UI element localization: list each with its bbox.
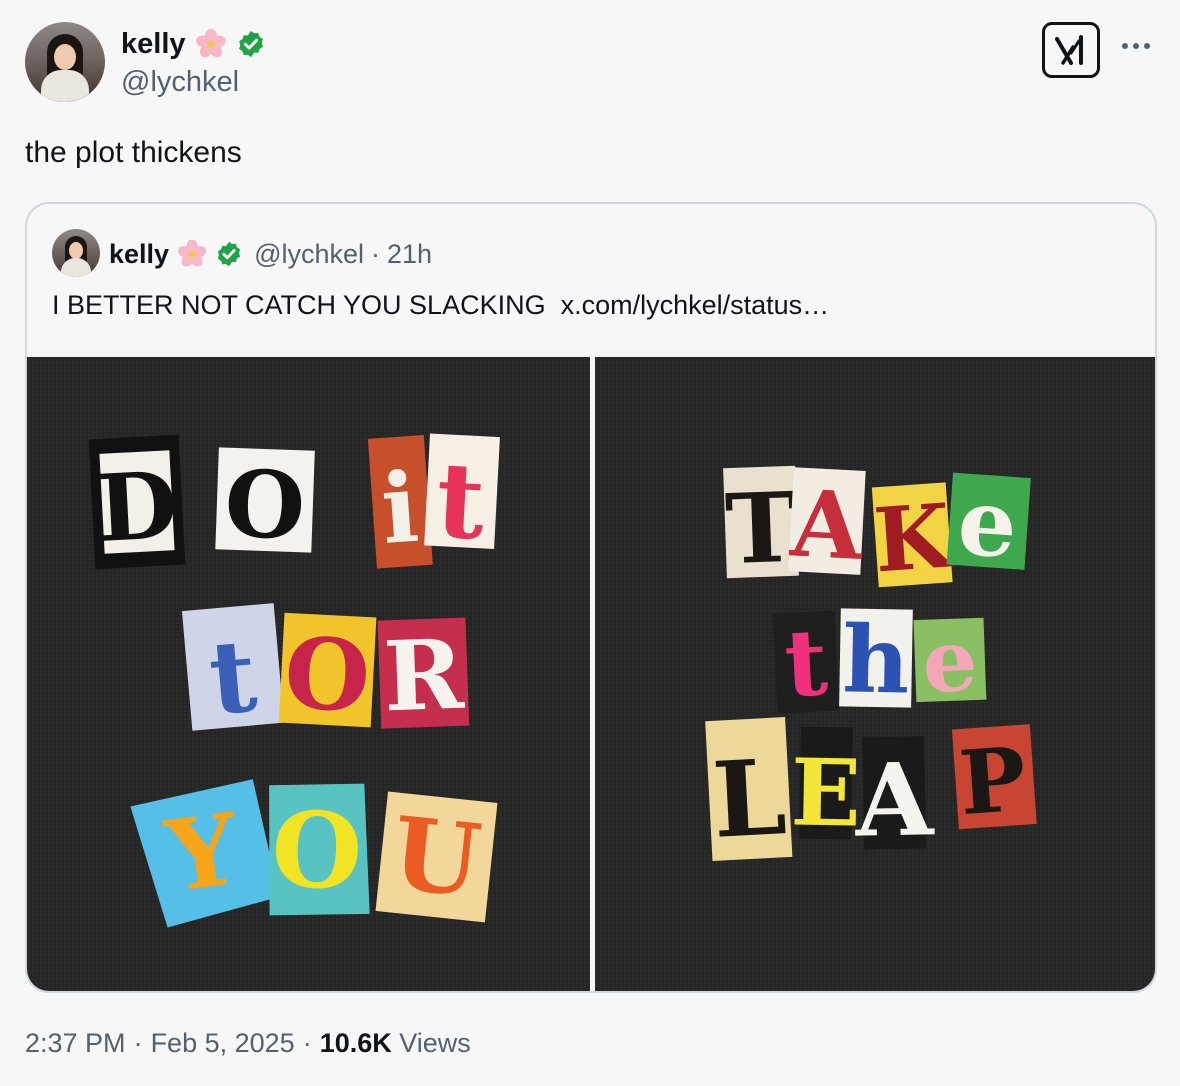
- quoted-separator: ·: [371, 238, 381, 269]
- quoted-header: kelly @lychkel · 21h: [109, 234, 432, 274]
- views-count: 10.6K: [319, 1028, 392, 1058]
- quoted-media: D O i t t O R Y O U T A K e t h e L E A …: [27, 357, 1155, 991]
- cutout-letter: e: [920, 610, 978, 713]
- cutout-letter: T: [723, 471, 798, 586]
- cutout-letter: D: [95, 451, 180, 563]
- views-label: Views: [399, 1028, 471, 1058]
- author-avatar[interactable]: [25, 22, 105, 102]
- tweet-time[interactable]: 2:37 PM: [25, 1028, 126, 1059]
- cutout-letter: t: [782, 608, 831, 718]
- cutout-letter: L: [709, 735, 788, 862]
- cutout-letter: O: [269, 787, 364, 913]
- tweet-footer: 2:37 PM · Feb 5, 2025 · 10.6K Views: [25, 1028, 471, 1059]
- footer-separator: ·: [302, 1028, 312, 1058]
- cutout-letter: K: [870, 483, 957, 592]
- quoted-handle[interactable]: @lychkel: [254, 239, 364, 270]
- cherry-blossom-emoji-icon: [178, 239, 206, 267]
- cutout-letter: R: [382, 618, 467, 734]
- quoted-time[interactable]: 21h: [387, 239, 432, 270]
- author-handle[interactable]: @lychkel: [121, 66, 239, 99]
- letter-D: D: [88, 434, 186, 570]
- tweet-date[interactable]: Feb 5, 2025: [151, 1028, 295, 1059]
- author-display-name[interactable]: kelly: [121, 28, 186, 61]
- footer-separator: ·: [133, 1028, 143, 1058]
- tweet-text: the plot thickens: [25, 136, 242, 169]
- cutout-letter: P: [955, 727, 1028, 835]
- quoted-display-name[interactable]: kelly: [109, 239, 169, 270]
- verified-badge-icon: [217, 241, 241, 267]
- grok-button[interactable]: [1042, 22, 1100, 78]
- quoted-text: I BETTER NOT CATCH YOU SLACKING x.com/ly…: [52, 290, 830, 320]
- cherry-blossom-emoji-icon: [195, 28, 226, 58]
- cutout-letter: h: [841, 605, 910, 714]
- cutout-letter: O: [223, 450, 307, 561]
- more-options-button[interactable]: [1122, 36, 1156, 56]
- more-icon: [1122, 43, 1128, 49]
- cutout-letter: A: [787, 469, 867, 581]
- cutout-letter: e: [954, 467, 1020, 579]
- media-image-left[interactable]: D O i t t O R Y O U: [27, 357, 590, 991]
- author-name-row[interactable]: kelly: [121, 24, 266, 64]
- cutout-letter: A: [853, 740, 935, 859]
- verified-badge-icon: [238, 30, 263, 58]
- cutout-letter: E: [789, 738, 861, 847]
- cutout-letter: O: [282, 616, 373, 735]
- grok-icon: [1055, 35, 1083, 65]
- media-image-right[interactable]: T A K e t h e L E A P: [594, 357, 1155, 991]
- cutout-letter: U: [387, 794, 486, 920]
- cutout-letter: t: [433, 438, 487, 563]
- quoted-avatar[interactable]: [52, 229, 100, 277]
- quoted-tweet[interactable]: kelly @lychkel · 21h I BETTER NOT CATCH …: [25, 202, 1157, 993]
